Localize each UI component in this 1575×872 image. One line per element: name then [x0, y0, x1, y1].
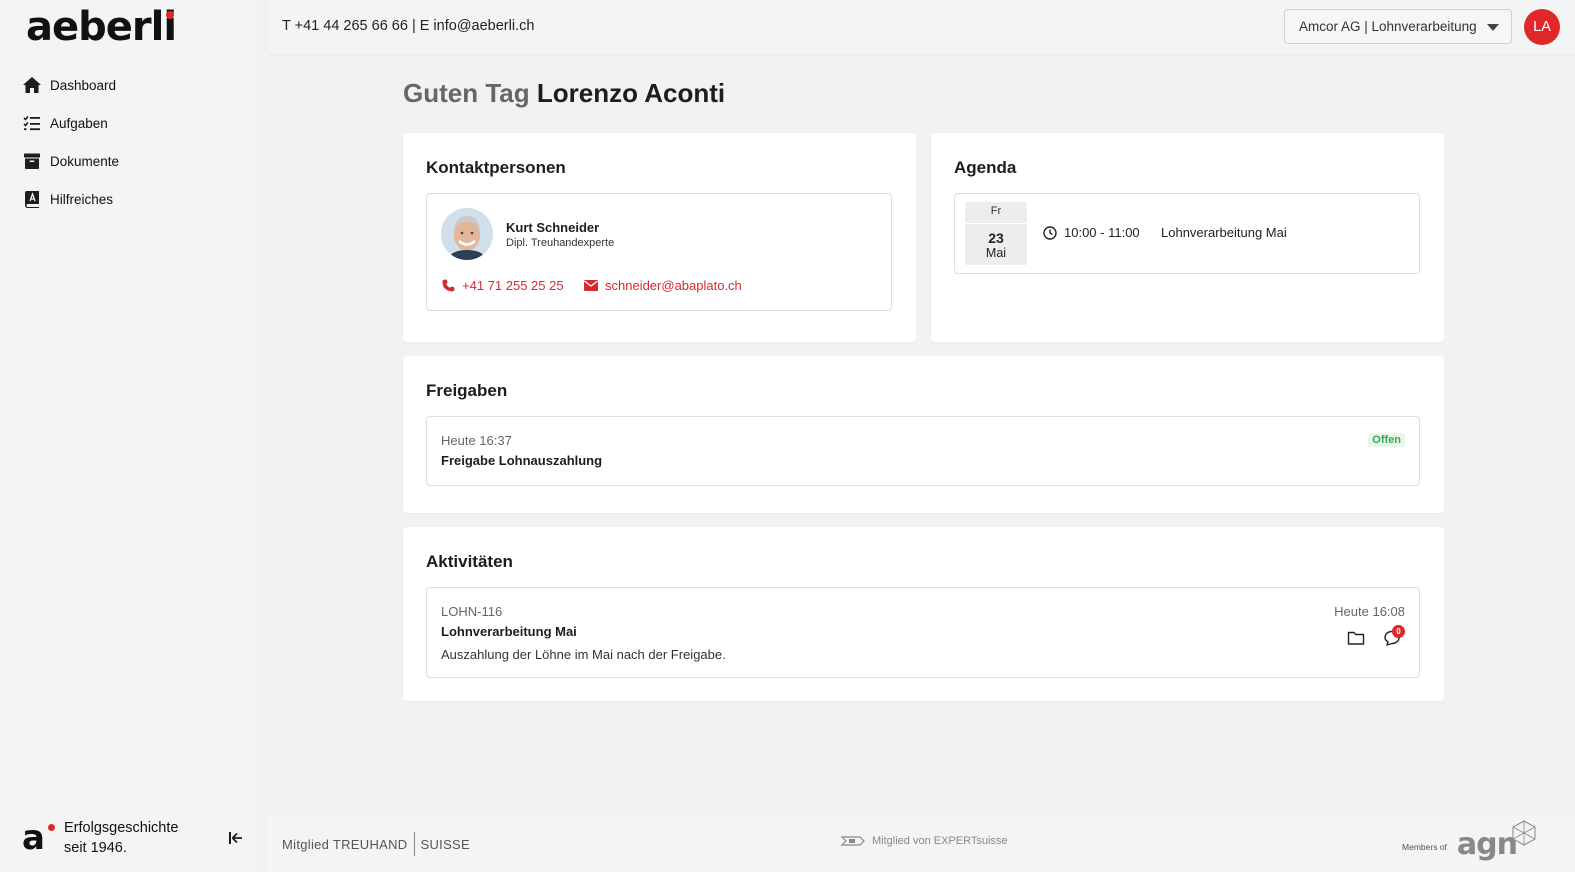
user-name: Lorenzo Aconti	[536, 78, 726, 108]
agenda-title: Agenda	[954, 158, 1017, 177]
releases-title: Freigaben	[426, 381, 508, 400]
activity-title: Lohnverarbeitung Mai	[441, 624, 577, 639]
members-of-label: Members of	[1402, 842, 1447, 852]
user-avatar[interactable]: LA	[1524, 9, 1560, 45]
event-title: Lohnverarbeitung Mai	[1161, 225, 1287, 240]
brand-dot	[48, 824, 55, 831]
caret-down-icon	[1487, 24, 1499, 31]
contact-phone: +41 71 255 25 25	[462, 278, 564, 293]
logo-i: i	[163, 4, 177, 50]
contacts-card: Kontaktpersonen Kurt Schneider Dipl. Tre…	[403, 133, 916, 342]
book-icon	[22, 189, 42, 209]
checklist-icon	[22, 113, 42, 133]
expertsuisse-icon	[840, 836, 865, 846]
phone-icon	[441, 279, 455, 293]
treuhand-suisse-logo: Mitglied TREUHAND SUISSE	[282, 832, 470, 856]
contacts-title: Kontaktpersonen	[426, 158, 566, 177]
sidebar-item-dokumente[interactable]: Dokumente	[22, 142, 119, 180]
comment-count-badge: 0	[1392, 625, 1405, 638]
logo-dot	[165, 11, 174, 19]
agn-text: agn	[1456, 827, 1518, 862]
company-select[interactable]: Amcor AG | Lohnverarbeitung	[1284, 9, 1512, 44]
event-time: 10:00 - 11:00	[1064, 225, 1140, 240]
activity-item[interactable]: LOHN-116 Lohnverarbeitung Mai Auszahlung…	[426, 587, 1420, 678]
releases-card: Freigaben Heute 16:37 Freigabe Lohnausza…	[403, 356, 1444, 513]
status-badge: Offen	[1368, 433, 1405, 447]
mail-icon	[584, 279, 598, 293]
main-nav: Dashboard Aufgaben Dokumente Hilfreiches	[22, 66, 119, 218]
sidebar-item-label: Dashboard	[50, 77, 117, 93]
release-title: Freigabe Lohnauszahlung	[441, 453, 603, 468]
app-logo[interactable]: aeberli	[26, 4, 177, 50]
tagline: Erfolgsgeschichte seit 1946.	[64, 820, 179, 856]
archive-icon	[22, 151, 42, 171]
date-divider	[965, 223, 1027, 224]
contact-photo	[441, 208, 493, 260]
activity-time: Heute 16:08	[1334, 604, 1405, 619]
contact-email-link[interactable]: schneider@abaplato.ch	[584, 278, 742, 293]
agenda-card: Agenda Fr 23 Mai 10:00 - 11:00 Lohnverar…	[931, 133, 1444, 342]
brand-mark: a	[22, 818, 55, 858]
contact-phone-link[interactable]: +41 71 255 25 25	[441, 278, 564, 293]
sidebar-footer: a Erfolgsgeschichte seit 1946.	[22, 816, 246, 860]
collapse-left-icon	[229, 832, 242, 844]
agn-logo: Members of agn	[1402, 820, 1537, 862]
activities-title: Aktivitäten	[426, 552, 513, 571]
clock-icon	[1043, 225, 1057, 240]
event-date: Fr 23 Mai	[965, 202, 1027, 265]
sidebar-item-label: Dokumente	[50, 153, 120, 169]
home-icon	[22, 75, 42, 95]
folder-icon[interactable]	[1347, 629, 1365, 647]
sidebar-item-aufgaben[interactable]: Aufgaben	[22, 104, 119, 142]
activities-card: Aktivitäten LOHN-116 Lohnverarbeitung Ma…	[403, 527, 1444, 701]
release-item[interactable]: Heute 16:37 Freigabe Lohnauszahlung Offe…	[426, 416, 1420, 486]
contact-name: Kurt Schneider	[506, 220, 600, 235]
agenda-event[interactable]: Fr 23 Mai 10:00 - 11:00 Lohnverarbeitung…	[954, 193, 1420, 274]
expertsuisse-text: Mitglied von EXPERTsuisse	[872, 835, 1008, 847]
sidebar-item-dashboard[interactable]: Dashboard	[22, 66, 119, 104]
treuhand-right: SUISSE	[420, 836, 470, 852]
agn-globe-icon	[1512, 820, 1536, 846]
sidebar-item-label: Hilfreiches	[50, 191, 114, 207]
activity-description: Auszahlung der Löhne im Mai nach der Fre…	[441, 647, 726, 662]
sidebar-item-label: Aufgaben	[50, 115, 108, 131]
event-time-wrap: 10:00 - 11:00	[1043, 225, 1140, 240]
activity-code: LOHN-116	[441, 604, 503, 619]
release-time: Heute 16:37	[441, 433, 512, 448]
greeting-prefix: Guten Tag	[403, 78, 530, 108]
event-month: Mai	[985, 246, 1007, 260]
event-weekday: Fr	[990, 205, 1002, 217]
contact-person: Kurt Schneider Dipl. Treuhandexperte +41…	[426, 193, 892, 311]
page-title: Guten Tag Lorenzo Aconti	[403, 78, 725, 109]
sidebar: aeberli Dashboard Aufgaben Dokumente Hil…	[0, 0, 256, 872]
brand-letter: a	[22, 818, 45, 858]
contact-email: schneider@abaplato.ch	[605, 278, 742, 293]
company-contact-info: T +41 44 265 66 66 | E info@aeberli.ch	[282, 18, 535, 34]
expertsuisse-logo: Mitglied von EXPERTsuisse	[840, 834, 1008, 848]
sidebar-item-hilfreiches[interactable]: Hilfreiches	[22, 180, 119, 218]
page-footer: Mitglied TREUHAND SUISSE Mitglied von EX…	[268, 814, 1575, 872]
contact-role: Dipl. Treuhandexperte	[506, 237, 615, 249]
treuhand-left: Mitglied TREUHAND	[282, 836, 408, 852]
event-day: 23	[988, 230, 1004, 246]
collapse-sidebar-button[interactable]	[226, 828, 246, 848]
company-select-value: Amcor AG | Lohnverarbeitung	[1299, 19, 1477, 34]
treuhand-divider	[413, 832, 415, 856]
topbar: T +41 44 265 66 66 | E info@aeberli.ch A…	[268, 0, 1575, 54]
logo-text: aeberl	[26, 4, 164, 50]
